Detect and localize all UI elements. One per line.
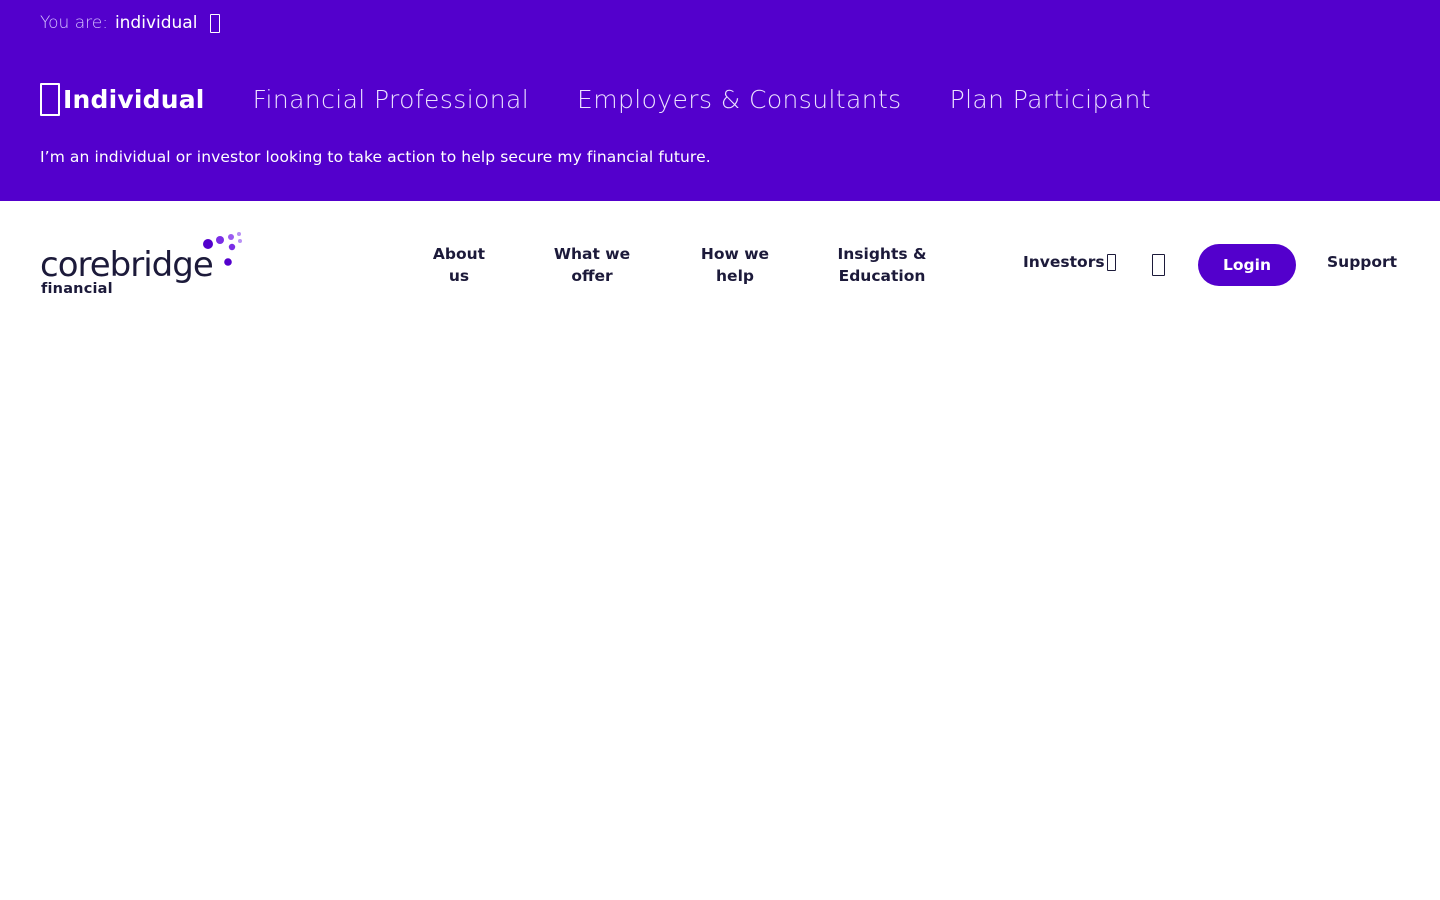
nav-label: What we	[553, 245, 631, 263]
you-are-value: individual	[114, 13, 198, 33]
external-link-icon	[1106, 253, 1116, 271]
nav-insights-education[interactable]: Insights & Education	[828, 243, 936, 287]
tab-financial-professional[interactable]: Financial Professional	[253, 85, 529, 114]
nav-label: Education	[838, 267, 926, 285]
logo-subtitle: financial	[41, 281, 113, 297]
nav-label: offer	[571, 267, 613, 285]
search-icon[interactable]	[1152, 254, 1165, 276]
tab-label: Individual	[63, 84, 205, 114]
audience-toggle[interactable]: You are: individual	[40, 11, 221, 35]
audience-tabs: Individual Financial Professional Employ…	[40, 80, 1151, 118]
logo-dots-icon	[203, 232, 242, 266]
support-link[interactable]: Support	[1327, 253, 1397, 271]
tab-plan-participant[interactable]: Plan Participant	[950, 85, 1151, 114]
check-icon	[40, 82, 60, 116]
corebridge-logo[interactable]: corebridge financial	[38, 231, 248, 301]
nav-label: How we	[700, 245, 770, 263]
investors-label: Investors	[1023, 253, 1105, 271]
nav-how-we-help[interactable]: How we help	[692, 243, 778, 287]
you-are-label: You are:	[40, 13, 108, 33]
login-button[interactable]: Login	[1198, 244, 1296, 286]
chevron-down-icon[interactable]	[210, 13, 221, 33]
nav-what-we-offer[interactable]: What we offer	[544, 243, 640, 287]
nav-label: help	[716, 267, 754, 285]
nav-label: About	[432, 245, 486, 263]
nav-label: us	[448, 267, 470, 285]
tab-individual[interactable]: Individual	[40, 82, 205, 116]
audience-description: I’m an individual or investor looking to…	[40, 148, 711, 166]
logo-wordmark: corebridge	[40, 245, 214, 285]
audience-selector-bar: You are: individual Individual Financial…	[0, 0, 1440, 201]
main-navigation: corebridge financial About us What we of…	[0, 201, 1440, 321]
nav-label: Insights &	[837, 245, 927, 263]
tab-employers-consultants[interactable]: Employers & Consultants	[577, 85, 902, 114]
investors-link[interactable]: Investors	[1023, 253, 1116, 271]
nav-about-us[interactable]: About us	[426, 243, 492, 287]
